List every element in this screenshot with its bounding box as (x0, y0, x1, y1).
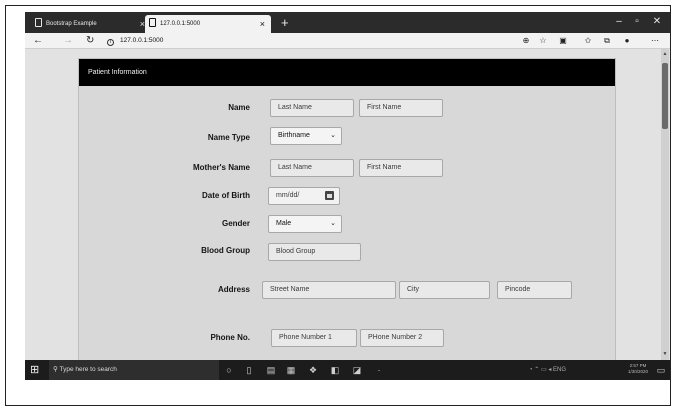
blood-group-input[interactable]: Blood Group (268, 243, 361, 261)
search-icon: ⚲ (53, 366, 58, 373)
store-icon[interactable]: ▦ (283, 360, 299, 380)
taskbar-app-icon[interactable]: ▤ (263, 360, 279, 380)
taskbar-app-icon[interactable]: · (371, 360, 387, 380)
page-icon (149, 18, 156, 27)
gender-select[interactable]: Male ⌄ (268, 215, 342, 233)
card-header: Patient Information (79, 59, 615, 86)
clock-date: 1/30/2020 (627, 369, 649, 374)
desktop-screen: Bootstrap Example × 127.0.0.1:5000 × + –… (25, 12, 670, 380)
address-bar: ← → ↻ i 127.0.0.1:5000 ⊕ ☆ ▣ ✩ ⧉ ● ⋯ (25, 33, 670, 49)
notification-icon[interactable]: ▭ (653, 360, 669, 380)
phone-number-1-input[interactable]: Phone Number 1 (271, 329, 357, 347)
phone-number-2-input[interactable]: PHone Number 2 (360, 329, 444, 347)
more-icon[interactable]: ⋯ (648, 33, 662, 49)
scrollbar-thumb[interactable] (662, 63, 668, 129)
dropbox-icon[interactable]: ❖ (305, 360, 321, 380)
phone-label: Phone No. (210, 333, 250, 342)
city-input[interactable]: City (399, 281, 490, 299)
forward-arrow-icon[interactable]: → (63, 33, 73, 49)
dob-label: Date of Birth (202, 191, 250, 200)
gender-label: Gender (221, 219, 250, 228)
name-type-value: Birthname (278, 132, 310, 139)
mother-last-name-input[interactable]: Last Name (270, 159, 354, 177)
address-label: Address (217, 285, 250, 294)
gender-value: Male (276, 220, 292, 227)
profile-icon[interactable]: ● (620, 33, 634, 49)
url-text: 127.0.0.1:5000 (120, 37, 164, 44)
tab-bootstrap-example[interactable]: Bootstrap Example × (31, 15, 151, 33)
tab-title: Bootstrap Example (46, 21, 97, 27)
screenshot-frame: Bootstrap Example × 127.0.0.1:5000 × + –… (5, 5, 671, 406)
mother-first-name-input[interactable]: First Name (359, 159, 443, 177)
site-info-icon[interactable]: i (107, 39, 114, 46)
windows-start-icon[interactable]: ⊞ (30, 364, 42, 376)
pincode-input[interactable]: Pincode (497, 281, 572, 299)
collections-icon[interactable]: ⧉ (600, 33, 614, 49)
cortana-icon[interactable]: ○ (221, 360, 237, 380)
name-type-label: Name Type (207, 133, 250, 142)
back-arrow-icon[interactable]: ← (33, 33, 43, 49)
edge-icon[interactable]: ◪ (349, 360, 365, 380)
page-content: Patient Information Name Last Name First… (25, 49, 670, 360)
scroll-down-icon[interactable]: ▼ (662, 351, 668, 357)
taskbar-clock[interactable]: 2:57 PM 1/30/2020 (621, 363, 655, 375)
chevron-down-icon: ⌄ (330, 132, 336, 139)
page-icon (35, 18, 42, 27)
taskbar-search-box[interactable]: ⚲ Type here to search (49, 360, 219, 380)
page-scrollbar[interactable]: ▲ ▼ (661, 49, 669, 360)
taskbar-app-icon[interactable]: ◧ (327, 360, 343, 380)
close-window-icon[interactable]: ✕ (651, 14, 663, 30)
refresh-icon[interactable]: ↻ (86, 33, 94, 49)
minimize-icon[interactable]: – (613, 14, 625, 30)
reading-view-icon[interactable]: ▣ (556, 33, 570, 49)
mothers-name-label: Mother's Name (192, 163, 250, 172)
tab-close-icon[interactable]: × (260, 15, 265, 33)
dob-placeholder: mm/dd/ (276, 192, 300, 199)
new-tab-button[interactable]: + (281, 14, 289, 31)
blood-group-label: Blood Group (201, 246, 250, 255)
tab-title: 127.0.0.1:5000 (160, 21, 201, 27)
tray-icons[interactable]: ◔ ⌃ ▭ ◂ ENG (529, 360, 566, 380)
name-label: Name (228, 103, 250, 112)
browser-tab-bar: Bootstrap Example × 127.0.0.1:5000 × + –… (25, 12, 670, 33)
calendar-icon[interactable] (325, 191, 334, 200)
search-placeholder: Type here to search (59, 366, 117, 373)
zoom-icon[interactable]: ⊕ (519, 33, 533, 49)
street-name-input[interactable]: Street Name (262, 281, 396, 299)
last-name-input[interactable]: Last Name (270, 99, 354, 117)
dob-input[interactable]: mm/dd/ (268, 187, 340, 205)
first-name-input[interactable]: First Name (359, 99, 443, 117)
task-view-icon[interactable]: ▯ (241, 360, 257, 380)
maximize-icon[interactable]: ▫ (631, 14, 643, 30)
star-icon[interactable]: ☆ (536, 33, 550, 49)
name-type-select[interactable]: Birthname ⌄ (270, 127, 342, 145)
windows-taskbar: ⊞ ⚲ Type here to search ○ ▯ ▤ ▦ ❖ ◧ ◪ · … (25, 360, 670, 380)
chevron-down-icon: ⌄ (330, 220, 336, 227)
tab-localhost[interactable]: 127.0.0.1:5000 × (145, 15, 271, 33)
url-field[interactable]: i 127.0.0.1:5000 (107, 33, 163, 49)
scroll-up-icon[interactable]: ▲ (662, 51, 668, 57)
patient-form-card: Patient Information Name Last Name First… (78, 58, 616, 360)
favorites-icon[interactable]: ✩ (581, 33, 595, 49)
